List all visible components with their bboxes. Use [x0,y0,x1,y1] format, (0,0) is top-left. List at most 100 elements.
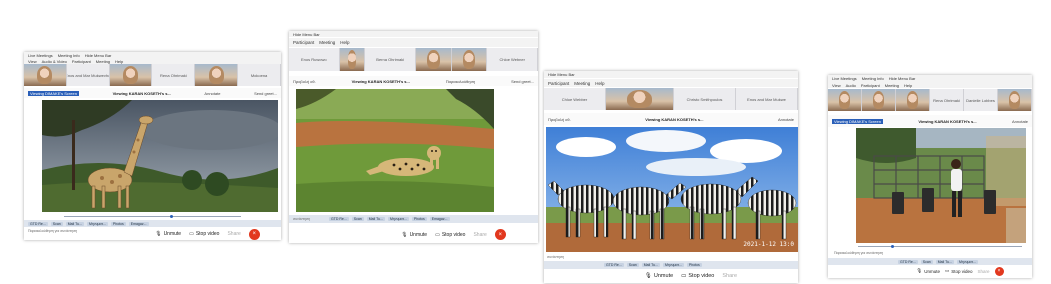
menu-item[interactable]: Help [340,40,349,45]
send-greeting-button[interactable]: Send greet... [254,91,277,96]
participant-video[interactable] [862,89,896,111]
end-call-icon[interactable]: × [494,229,506,240]
share-status-badge[interactable]: Viewing DIMAKE's Screen [28,90,79,96]
share-status-badge[interactable]: Προβολή οθ. [548,117,571,122]
menu-item[interactable]: Help [115,59,123,64]
stop-video-button[interactable]: ▭ Stop video [435,232,465,238]
taskbar-item[interactable]: Photos [411,217,427,221]
taskbar-item[interactable]: Μηνυματ... [662,263,684,267]
taskbar-item[interactable]: Scan [50,221,63,226]
menu-item[interactable]: Meeting [319,40,335,45]
menu-item[interactable]: Hide Menu Bar [889,76,916,81]
share-button[interactable]: Share [978,269,990,274]
participant-video[interactable] [415,48,452,71]
seek-handle[interactable] [890,245,894,248]
menu-item[interactable]: Live Meetings [28,53,53,58]
share-label: Share [473,231,487,238]
menu-item[interactable]: Participant [293,40,314,45]
share-status-badge[interactable]: Προβολή οθ. [293,79,316,84]
participant-tile[interactable]: Enos and Mar Mukwevho [66,64,110,86]
taskbar-item[interactable]: Μηνυματ... [956,259,978,264]
taskbar-item[interactable]: Photos [110,221,126,226]
end-call-icon[interactable]: × [994,266,1004,276]
participant-video[interactable] [109,64,153,86]
taskbar-item[interactable]: GTD Re... [28,221,48,226]
menu-item[interactable]: Hide Menu Bar [293,32,320,37]
menu-item[interactable]: Meeting Info [862,76,884,81]
cheetah-scene [296,89,494,212]
unmute-button[interactable]: 🎙 Unmute [916,268,939,274]
annotate-button[interactable]: Annotate [1012,119,1028,124]
participant-avatar [906,91,919,109]
participant-tile[interactable]: Mokoena [238,64,281,86]
taskbar-item[interactable]: Scan [351,217,364,221]
participant-tile[interactable]: Rena Ohrimaki [152,64,196,86]
participant-video[interactable] [195,64,239,86]
taskbar-item[interactable]: Mail Tu... [935,259,954,264]
menu-item[interactable]: Meeting [885,83,899,88]
seek-bar[interactable] [64,215,241,218]
share-status-badge[interactable]: Viewing DIMAKE's Screen [832,118,883,124]
taskbar-item[interactable]: Photos [686,263,702,267]
share-button[interactable]: Share [227,231,240,237]
participant-tile[interactable]: Rena Ohrimaki [930,89,964,111]
menu-item[interactable]: Audio & Video [42,59,67,64]
taskbar-item[interactable]: Emagaz... [128,221,149,226]
participant-video[interactable] [339,48,366,71]
menu-item[interactable]: Hide Menu Bar [85,53,112,58]
taskbar-item[interactable]: Μηνυματ... [86,221,108,226]
menu-item[interactable]: Meeting [574,81,590,86]
seek-handle[interactable] [170,215,174,218]
taskbar-item[interactable]: Mail Tu... [366,217,385,221]
stop-video-button[interactable]: ▭ Stop video [189,231,219,237]
share-title: Viewing KARAN KOSETH's s... [112,90,171,96]
unmute-button[interactable]: 🎙 Unmute [401,232,427,238]
taskbar-item[interactable]: Mail Tu... [641,263,660,267]
annotate-button[interactable]: Annotate [778,117,794,122]
menu-item[interactable]: View [832,83,841,88]
menu-item[interactable]: Meeting Info [58,53,80,58]
send-greeting-button[interactable]: Send greet... [511,79,534,84]
participant-tile[interactable]: Berna Ohrimaki [365,48,416,71]
taskbar-item[interactable]: Μηνυματ... [387,217,409,221]
participant-video[interactable] [998,89,1032,111]
participant-tile[interactable]: Chloe Webber [544,88,606,110]
menu-item[interactable]: View [28,59,37,64]
taskbar-item[interactable]: GTD Re... [898,259,918,264]
taskbar-item[interactable]: GTD Re... [604,263,624,267]
menu-item[interactable]: Live Meetings [832,76,857,81]
participant-tile[interactable]: Enos Ruwowo [289,48,340,71]
taskbar-item[interactable]: Emagaz... [429,217,450,221]
taskbar-item[interactable]: GTD Re... [329,217,349,221]
menu-item[interactable]: Participant [548,81,569,86]
share-button[interactable]: Share [473,232,486,238]
participant-video[interactable] [896,89,930,111]
menu-item[interactable]: Hide Menu Bar [548,72,575,77]
annotate-button[interactable]: Annotate [204,91,220,96]
end-call-icon[interactable]: × [248,228,260,240]
seek-bar[interactable] [858,245,1022,248]
menu-item[interactable]: Participant [72,59,91,64]
annotate-button[interactable]: Παρακολούθηση [446,79,475,84]
menu-item[interactable]: Meeting [96,59,110,64]
participant-tile[interactable]: Chloe Webner [487,48,538,71]
share-button[interactable]: Share [722,273,737,279]
participant-video[interactable] [451,48,488,71]
menu-item[interactable]: Help [904,83,912,88]
participant-video[interactable] [828,89,862,111]
menu-item[interactable]: Audio [846,83,856,88]
participant-tile[interactable]: Enos and Mar Mukwe [736,88,798,110]
menu-item[interactable]: Help [595,81,604,86]
participant-tile[interactable]: Christo Smithpoulos [674,88,737,110]
taskbar-item[interactable]: Mail Tu... [65,221,84,226]
taskbar-item[interactable]: Scan [626,263,639,267]
participant-tile[interactable]: Danielle Lobbes [964,89,998,111]
unmute-button[interactable]: 🎙 Unmute [155,231,181,237]
participant-video[interactable] [605,88,675,110]
stop-video-button[interactable]: ▭ Stop video [945,268,973,274]
taskbar-item[interactable]: Scan [920,259,933,264]
stop-video-button[interactable]: ▭ Stop video [681,273,714,279]
menu-item[interactable]: Participant [861,83,880,88]
unmute-button[interactable]: 🎙 Unmute [645,273,673,279]
participant-video[interactable] [24,64,67,86]
